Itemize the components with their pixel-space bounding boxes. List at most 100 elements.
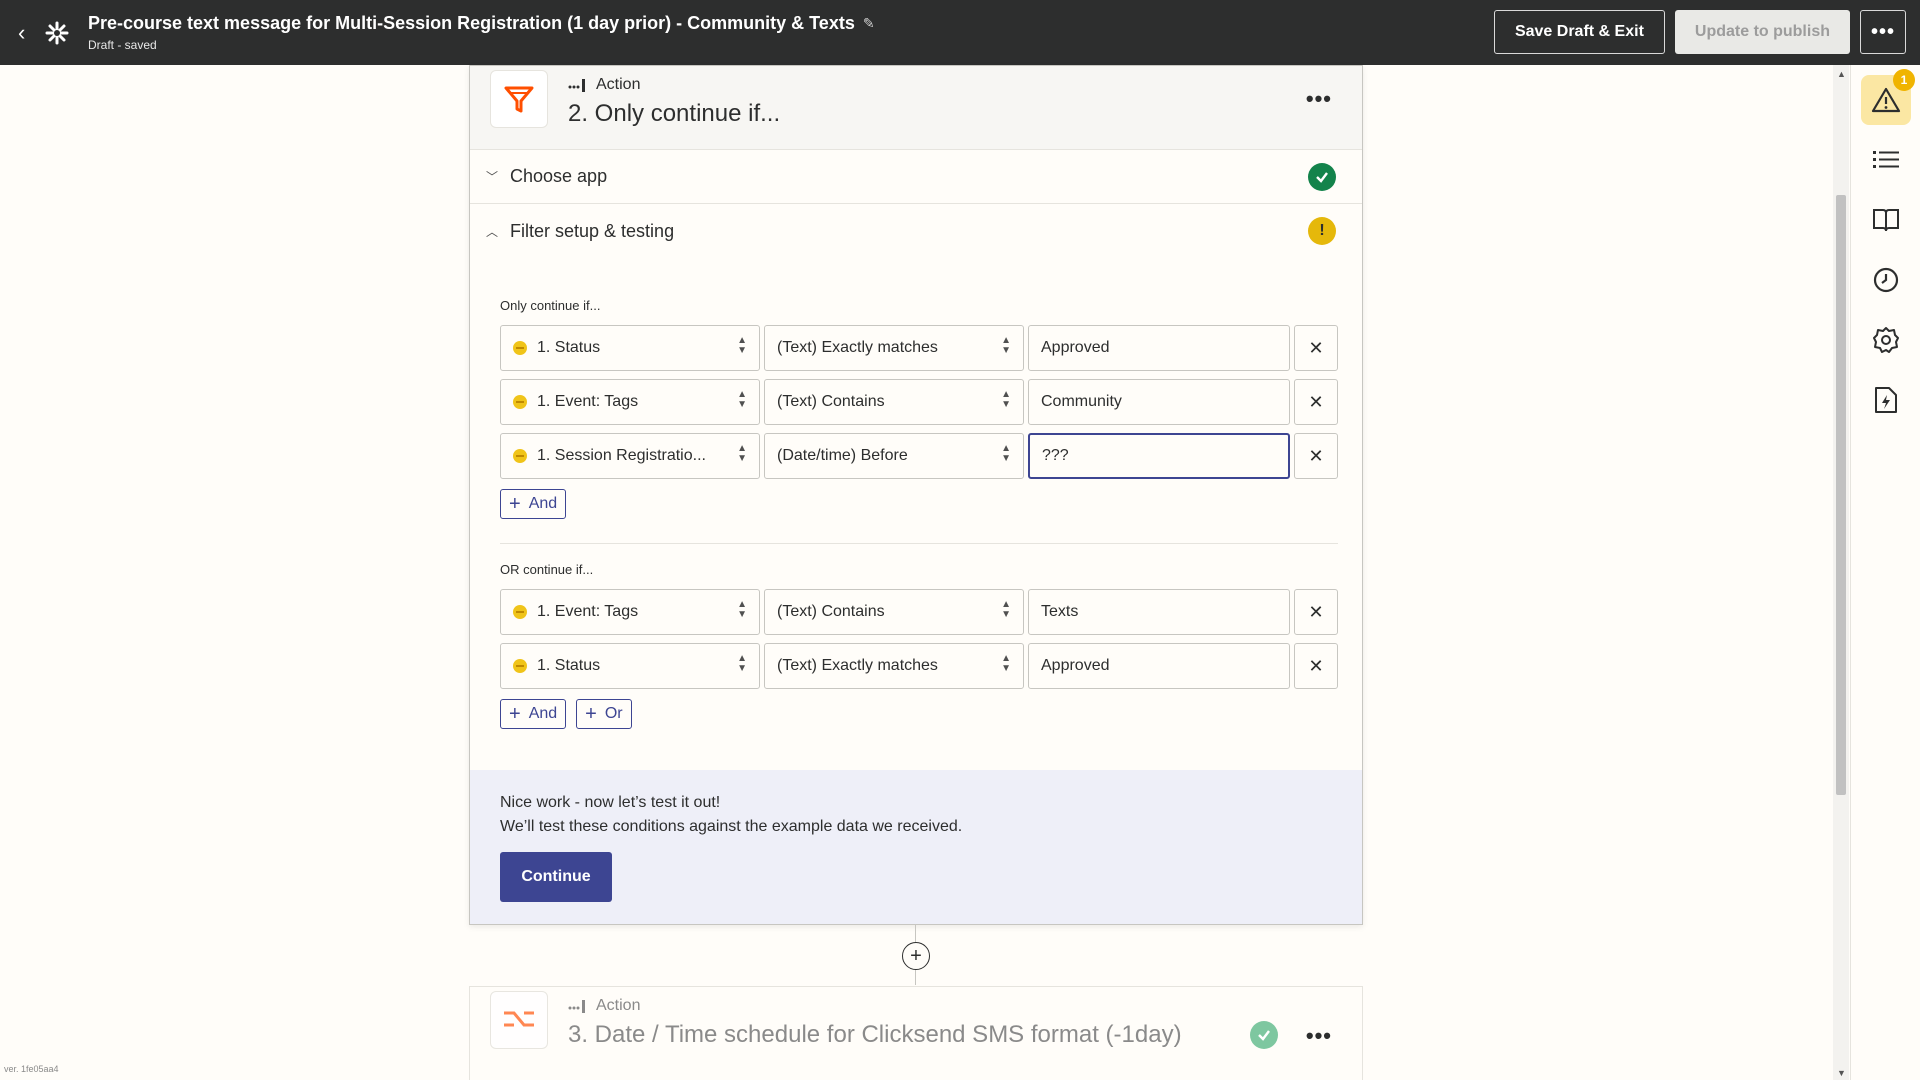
section-filter-setup[interactable]: ︿ Filter setup & testing ! xyxy=(470,204,1362,258)
step-more-button[interactable]: ••• xyxy=(1306,1023,1332,1049)
rule-field-value: 1. Status xyxy=(537,339,601,356)
filter-rule-row: 1. Status ▲ ▼ (Text) Exactly matches ▲ ▼ A… xyxy=(500,643,1338,689)
and-group-label: Only continue if... xyxy=(500,298,601,313)
right-sidebar: 1 xyxy=(1850,65,1920,1080)
chevron-up-icon: ︿ xyxy=(486,224,499,239)
warning-circle-icon: ! xyxy=(1308,217,1336,245)
check-circle-icon xyxy=(1308,163,1336,191)
scroll-down-arrow-icon[interactable]: ▼ xyxy=(1837,1068,1846,1078)
rule-field-value: 1. Event: Tags xyxy=(537,393,639,410)
step-kind-label: Action xyxy=(596,997,641,1014)
rule-value-input[interactable]: Approved xyxy=(1028,325,1290,371)
zap-runs-button[interactable] xyxy=(1861,375,1911,425)
select-arrows-icon: ▲ ▼ xyxy=(737,335,747,356)
zap-title[interactable]: Pre-course text message for Multi-Sessio… xyxy=(88,13,855,34)
step-kind-label: Action xyxy=(596,76,641,93)
rule-field-value: 1. Status xyxy=(537,657,601,674)
remove-rule-button[interactable]: ✕ xyxy=(1294,325,1338,371)
rule-operator-select[interactable]: (Text) Exactly matches ▲ ▼ xyxy=(764,643,1024,689)
update-to-publish-button[interactable]: Update to publish xyxy=(1674,10,1850,54)
add-or-condition-button[interactable]: + Or xyxy=(576,699,632,729)
more-options-button[interactable]: ••• xyxy=(1860,10,1906,54)
book-icon xyxy=(1873,209,1899,232)
step-title[interactable]: 3. Date / Time schedule for Clicksend SM… xyxy=(568,1021,1182,1049)
scroll-up-arrow-icon[interactable]: ▲ xyxy=(1837,69,1846,79)
rule-field-select[interactable]: 1. Event: Tags ▲ ▼ xyxy=(500,379,760,425)
step-more-button[interactable]: ••• xyxy=(1306,86,1332,112)
rule-value-text: Texts xyxy=(1041,603,1079,620)
scrollbar-thumb[interactable] xyxy=(1836,195,1846,795)
rule-value-input[interactable]: Community xyxy=(1028,379,1290,425)
select-arrows-icon: ▲ ▼ xyxy=(737,599,747,620)
source-app-icon xyxy=(513,605,527,619)
step-card-date-time[interactable]: Action 3. Date / Time schedule for Click… xyxy=(469,986,1363,1080)
step-header[interactable]: Action 2. Only continue if... ••• xyxy=(470,66,1362,150)
outline-button[interactable] xyxy=(1861,135,1911,185)
test-description: We’ll test these conditions against the … xyxy=(500,818,963,835)
rule-value-input[interactable]: ??? xyxy=(1028,433,1290,479)
test-title: Nice work - now let’s test it out! xyxy=(500,794,721,811)
rule-field-select[interactable]: 1. Event: Tags ▲ ▼ xyxy=(500,589,760,635)
rule-operator-select[interactable]: (Text) Contains ▲ ▼ xyxy=(764,379,1024,425)
select-arrows-icon: ▲ ▼ xyxy=(1001,335,1011,356)
plus-icon: + xyxy=(509,493,521,515)
guides-button[interactable] xyxy=(1861,195,1911,245)
select-arrows-icon: ▲ ▼ xyxy=(737,653,747,674)
add-and-condition-button[interactable]: + And xyxy=(500,489,567,519)
button-label: And xyxy=(528,705,558,722)
source-app-icon xyxy=(513,341,527,355)
remove-rule-button[interactable]: ✕ xyxy=(1294,589,1338,635)
gear-icon xyxy=(1873,327,1899,353)
remove-rule-button[interactable]: ✕ xyxy=(1294,433,1338,479)
button-label: And xyxy=(528,495,558,512)
zap-title-block: Pre-course text message for Multi-Sessio… xyxy=(88,13,875,52)
rule-operator-select[interactable]: (Text) Contains ▲ ▼ xyxy=(764,589,1024,635)
test-panel: Nice work - now let’s test it out! We’ll… xyxy=(470,770,1362,924)
rule-value-text: Approved xyxy=(1041,657,1110,674)
select-arrows-icon: ▲ ▼ xyxy=(1001,389,1011,410)
rule-operator-select[interactable]: (Date/time) Before ▲ ▼ xyxy=(764,433,1024,479)
select-arrows-icon: ▲ ▼ xyxy=(1001,599,1011,620)
section-choose-app[interactable]: ﹀ Choose app xyxy=(470,150,1362,204)
filter-rule-row: 1. Session Registratio... ▲ ▼ (Date/time)… xyxy=(500,433,1338,479)
top-bar: ‹ Pre-course text message for Multi-Sess… xyxy=(0,0,1920,65)
rule-operator-value: (Text) Exactly matches xyxy=(777,339,938,356)
remove-rule-button[interactable]: ✕ xyxy=(1294,379,1338,425)
add-step-plus-icon[interactable]: + xyxy=(902,942,930,970)
rule-field-select[interactable]: 1. Status ▲ ▼ xyxy=(500,643,760,689)
formatter-app-icon xyxy=(490,991,548,1049)
alerts-button[interactable]: 1 xyxy=(1861,69,1915,125)
group-divider xyxy=(500,543,1338,544)
source-app-icon xyxy=(513,659,527,673)
continue-button[interactable]: Continue xyxy=(500,852,612,902)
rule-field-select[interactable]: 1. Session Registratio... ▲ ▼ xyxy=(500,433,760,479)
rule-value-text: ??? xyxy=(1042,447,1069,464)
select-arrows-icon: ▲ ▼ xyxy=(1001,443,1011,464)
rule-operator-select[interactable]: (Text) Exactly matches ▲ ▼ xyxy=(764,325,1024,371)
select-arrows-icon: ▲ ▼ xyxy=(1001,653,1011,674)
remove-rule-button[interactable]: ✕ xyxy=(1294,643,1338,689)
edit-pencil-icon[interactable]: ✎ xyxy=(863,15,875,32)
page-scrollbar[interactable]: ▲ ▼ xyxy=(1833,65,1849,1080)
add-and-condition-button[interactable]: + And xyxy=(500,699,567,729)
settings-button[interactable] xyxy=(1861,315,1911,365)
source-app-icon xyxy=(513,449,527,463)
filter-app-icon xyxy=(490,70,548,128)
save-draft-exit-button[interactable]: Save Draft & Exit xyxy=(1493,10,1665,54)
select-arrows-icon: ▲ ▼ xyxy=(737,389,747,410)
back-chevron-icon[interactable]: ‹ xyxy=(18,20,40,46)
plus-icon: + xyxy=(585,703,597,725)
clock-icon xyxy=(1873,267,1899,293)
section-label: Filter setup & testing xyxy=(510,220,675,241)
rule-value-input[interactable]: Approved xyxy=(1028,643,1290,689)
rule-field-select[interactable]: 1. Status ▲ ▼ xyxy=(500,325,760,371)
rule-field-value: 1. Event: Tags xyxy=(537,603,639,620)
zapier-logo-icon[interactable] xyxy=(42,18,72,48)
rule-value-text: Approved xyxy=(1041,339,1110,356)
check-circle-icon xyxy=(1250,1021,1278,1049)
step-card-filter: Action 2. Only continue if... ••• ﹀ Choo… xyxy=(469,65,1363,925)
history-button[interactable] xyxy=(1861,255,1911,305)
alert-count-badge: 1 xyxy=(1893,69,1915,91)
step-title[interactable]: 2. Only continue if... xyxy=(568,100,780,128)
rule-value-input[interactable]: Texts xyxy=(1028,589,1290,635)
